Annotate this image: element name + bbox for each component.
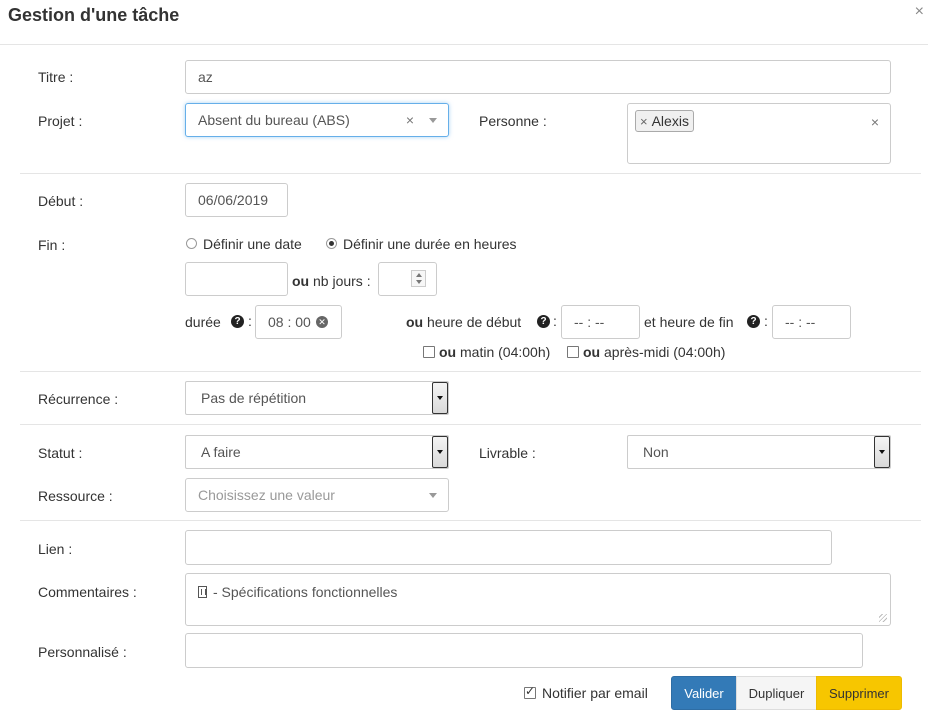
section-divider [20, 371, 921, 372]
notify-email-checkbox[interactable] [524, 684, 536, 699]
ressource-select[interactable]: Choisissez une valeur [185, 478, 449, 512]
chevron-down-icon [429, 493, 437, 498]
matin-checkbox[interactable] [423, 346, 435, 358]
matin-label: ou matin (04:00h) [439, 344, 550, 360]
personne-label: Personne : [479, 113, 547, 129]
fin-option-duree-label: Définir une durée en heures [343, 236, 517, 252]
personne-multiselect[interactable]: × Alexis × [627, 103, 891, 164]
close-icon[interactable]: × [915, 3, 924, 21]
fin-radio-date[interactable] [186, 238, 197, 249]
dropdown-arrow-icon[interactable] [874, 436, 890, 468]
statut-select[interactable]: A faire [185, 435, 449, 469]
debut-label: Début : [38, 193, 84, 209]
ressource-placeholder: Choisissez une valeur [198, 487, 335, 503]
personnalise-label: Personnalisé : [38, 644, 127, 660]
heure-debut-value: -- : -- [574, 314, 605, 330]
debut-date-input[interactable]: 06/06/2019 [185, 183, 288, 217]
recurrence-label: Récurrence : [38, 391, 119, 407]
dropdown-arrow-icon[interactable] [432, 436, 448, 468]
commentaires-textarea[interactable]: - Spécifications fonctionnelles [185, 573, 891, 626]
fin-option-date-label: Définir une date [203, 236, 302, 252]
commentaires-label: Commentaires : [38, 584, 137, 600]
resize-handle-icon[interactable] [879, 614, 887, 622]
ou-text: ou [583, 344, 601, 360]
heure-debut-colon: : [553, 313, 557, 329]
projet-clear-icon[interactable]: × [406, 112, 414, 128]
dropdown-arrow-icon[interactable] [432, 382, 448, 414]
section-divider [20, 173, 921, 174]
header-divider [0, 44, 928, 45]
fin-radio-duree[interactable] [326, 238, 337, 249]
heure-fin-value: -- : -- [785, 314, 816, 330]
help-icon[interactable]: ? [231, 315, 244, 328]
nb-jours-label: ou nb jours : [292, 273, 371, 289]
delete-button[interactable]: Supprimer [816, 676, 902, 710]
heure-fin-label: et heure de fin [644, 314, 734, 330]
apres-midi-label: ou après-midi (04:00h) [583, 344, 725, 360]
lien-label: Lien : [38, 541, 73, 557]
heure-fin-input[interactable]: -- : -- [772, 305, 851, 339]
recurrence-value: Pas de répétition [201, 390, 307, 406]
help-icon[interactable]: ? [537, 315, 550, 328]
lien-input[interactable] [185, 530, 832, 565]
section-divider [20, 424, 921, 425]
livrable-label: Livrable : [479, 445, 536, 461]
statut-value: A faire [201, 444, 241, 460]
heure-fin-colon: : [764, 313, 768, 329]
ou-text: ou [292, 273, 310, 289]
debut-value: 06/06/2019 [198, 192, 269, 208]
projet-select[interactable]: Absent du bureau (ABS) × [185, 103, 449, 137]
personne-clear-icon[interactable]: × [871, 114, 879, 130]
matin-text: matin (04:00h) [460, 344, 551, 360]
statut-label: Statut : [38, 445, 83, 461]
heure-debut-label: ou heure de début [406, 314, 521, 330]
duree-time-input[interactable]: 08 : 00 ✕ [255, 305, 342, 339]
ou-text: ou [406, 314, 424, 330]
help-icon[interactable]: ? [747, 315, 760, 328]
projet-label: Projet : [38, 113, 83, 129]
duplicate-button[interactable]: Dupliquer [736, 676, 817, 710]
commentaires-text: - Spécifications fonctionnelles [198, 584, 397, 600]
fin-label: Fin : [38, 237, 66, 253]
heure-debut-input[interactable]: -- : -- [561, 305, 640, 339]
duree-colon: : [248, 313, 252, 329]
commentaires-value: - Spécifications fonctionnelles [213, 584, 398, 600]
titre-label: Titre : [38, 69, 74, 85]
nb-jours-text: nb jours : [313, 273, 371, 289]
fin-date-input[interactable] [185, 262, 288, 296]
ou-text: ou [439, 344, 457, 360]
personnalise-input[interactable] [185, 633, 863, 668]
duree-label: durée [185, 314, 221, 330]
modal-title: Gestion d'une tâche [8, 5, 180, 25]
notify-email-label: Notifier par email [542, 685, 648, 701]
section-divider [20, 520, 921, 521]
duree-value: 08 : 00 [268, 314, 311, 330]
livrable-value: Non [643, 444, 669, 460]
apres-midi-text: après-midi (04:00h) [604, 344, 726, 360]
validate-button[interactable]: Valider [671, 676, 737, 710]
recurrence-select[interactable]: Pas de répétition [185, 381, 449, 415]
titre-value: az [198, 69, 213, 85]
ressource-label: Ressource : [38, 488, 113, 504]
heure-debut-text: heure de début [427, 314, 522, 330]
personne-tag: × Alexis [635, 110, 694, 132]
document-icon [198, 586, 207, 598]
clear-icon[interactable]: ✕ [316, 316, 328, 328]
number-spinner-icon[interactable] [411, 270, 426, 287]
projet-value: Absent du bureau (ABS) [198, 112, 350, 128]
titre-input[interactable]: az [185, 60, 891, 94]
personne-tag-label: Alexis [651, 113, 689, 129]
apres-midi-checkbox[interactable] [567, 346, 579, 358]
nb-jours-input[interactable] [378, 262, 437, 296]
livrable-select[interactable]: Non [627, 435, 891, 469]
chevron-down-icon [429, 118, 437, 123]
tag-remove-icon[interactable]: × [640, 114, 648, 129]
